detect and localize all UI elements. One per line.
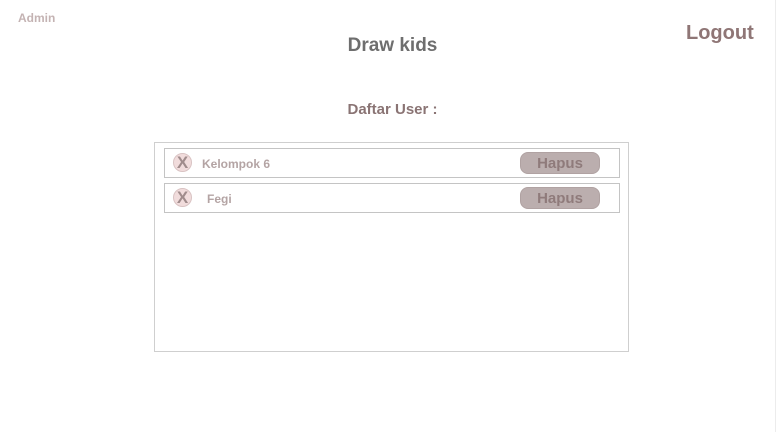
x-circle-icon[interactable]: X [173,188,192,207]
user-name: Fegi [207,192,232,206]
x-circle-icon[interactable]: X [173,153,192,172]
user-list: X Kelompok 6 Hapus X Fegi Hapus [154,142,629,352]
page-title: Draw kids [347,35,438,56]
list-item: X Kelompok 6 Hapus [164,148,620,178]
role-label: Admin [18,11,56,25]
list-item: X Fegi Hapus [164,183,620,213]
window-edge [775,0,776,432]
user-list-heading: Daftar User : [347,101,438,118]
user-name: Kelompok 6 [202,157,271,171]
delete-button[interactable]: Hapus [520,152,600,174]
delete-button[interactable]: Hapus [520,187,600,209]
